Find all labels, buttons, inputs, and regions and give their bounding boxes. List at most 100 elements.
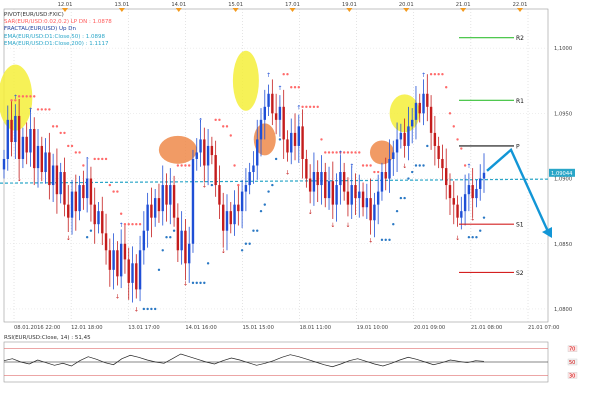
sar-dot <box>305 105 308 109</box>
sar-dot <box>320 138 323 141</box>
top-date-label: 20.01 <box>399 2 414 8</box>
candle-body <box>399 132 403 140</box>
candle-body <box>312 172 316 192</box>
candle-body <box>89 178 93 205</box>
candle-body <box>418 102 421 114</box>
candle-body <box>97 211 100 225</box>
fractal-up-icon: ↑ <box>266 72 271 79</box>
sar-dot <box>25 95 28 98</box>
sar-dot <box>290 86 293 89</box>
legend-ema200: EMA(EUR/USD:D1:Close,200) : 1.1117 <box>4 40 109 47</box>
sar-dot <box>410 170 414 174</box>
candle-body <box>244 185 248 192</box>
sar-dot <box>116 190 119 193</box>
candle-body <box>433 132 437 146</box>
sar-dot <box>426 144 429 148</box>
candle-body <box>210 145 214 156</box>
candle-body <box>63 172 66 205</box>
sar-dot <box>331 151 335 154</box>
fractal-down-icon: ↓ <box>115 294 120 301</box>
sar-dot <box>388 238 391 242</box>
fractal-up-icon: ↑ <box>277 85 282 92</box>
y-tick-label: 1,0850 <box>554 242 572 248</box>
candle-body <box>138 250 142 290</box>
candle-body <box>225 211 229 231</box>
candle-body <box>429 106 433 133</box>
candle <box>191 149 195 253</box>
fractal-down-icon: ↓ <box>66 235 71 242</box>
candle-body <box>301 126 304 159</box>
candle-body <box>25 136 28 153</box>
sar-dot <box>312 105 316 109</box>
sar-dot <box>324 151 327 154</box>
fractal-down-icon: ↓ <box>17 176 22 183</box>
x-tick-label: 21.01 08:00 <box>471 325 502 331</box>
candle-body <box>157 198 161 212</box>
y-tick-label: 1,0950 <box>554 111 572 117</box>
candle-body <box>354 185 357 199</box>
x-tick-label: 12.01 18:00 <box>71 325 102 331</box>
sar-dot <box>286 73 289 76</box>
x-tick-label: 08.01.2016 22:00 <box>14 325 60 331</box>
sar-dot <box>67 144 70 148</box>
candle-body <box>180 230 183 251</box>
candle-body <box>36 145 40 169</box>
sar-dot <box>373 170 376 174</box>
sar-dot <box>365 164 369 167</box>
candle-body <box>445 168 448 186</box>
candle-body <box>206 145 210 166</box>
candle-body <box>195 152 198 159</box>
fractal-up-icon: ↑ <box>85 157 90 164</box>
sar-dot <box>214 118 217 122</box>
sar-dot <box>467 236 471 239</box>
candle-body <box>259 119 263 140</box>
sar-dot <box>135 222 138 226</box>
sar-dot <box>376 170 380 174</box>
candle-body <box>55 165 59 195</box>
candle-body <box>290 132 293 153</box>
sar-dot <box>271 183 274 187</box>
candle-body <box>104 233 108 251</box>
candle-body <box>169 185 172 205</box>
sar-dot <box>44 108 47 111</box>
fractal-up-icon: ↑ <box>28 107 33 114</box>
candle-body <box>44 152 47 173</box>
candle-body <box>184 230 187 264</box>
sar-dot <box>301 105 304 109</box>
x-tick-label: 20.01 09:00 <box>414 325 445 331</box>
sar-dot <box>222 125 225 128</box>
x-tick-label: 19.01 10:00 <box>357 325 388 331</box>
candle-body <box>85 178 89 199</box>
sar-dot <box>369 164 372 167</box>
sar-dot <box>104 157 108 161</box>
fractal-down-icon: ↓ <box>402 163 407 170</box>
candle-body <box>146 204 149 231</box>
sar-dot <box>282 73 285 76</box>
sar-dot <box>263 203 266 206</box>
fractal-down-icon: ↓ <box>345 222 350 229</box>
sar-dot <box>184 164 187 167</box>
sar-dot <box>437 73 440 76</box>
candle-body <box>203 139 206 166</box>
legend-symbol: PIVOT(EUR/USD:FXIC) <box>4 12 64 18</box>
candle-body <box>463 194 467 212</box>
pivot-label-p: P <box>516 143 520 150</box>
candle-body <box>119 243 123 277</box>
sar-dot <box>441 73 444 76</box>
candle-body <box>475 188 478 199</box>
candle-body <box>14 115 17 143</box>
sar-dot <box>475 236 478 239</box>
candle-body <box>17 115 21 159</box>
sar-dot <box>157 268 161 272</box>
candle-body <box>335 185 338 205</box>
x-tick-label: 13.01 17:00 <box>128 325 159 331</box>
candle-body <box>176 217 180 251</box>
swing-high-yellow <box>232 50 259 111</box>
candle-body <box>369 198 372 221</box>
sar-dot <box>259 209 263 213</box>
candle-body <box>320 172 323 186</box>
candle-body <box>161 185 164 212</box>
sar-dot <box>17 95 21 98</box>
candle-body <box>316 172 319 186</box>
sar-dot <box>240 249 244 252</box>
